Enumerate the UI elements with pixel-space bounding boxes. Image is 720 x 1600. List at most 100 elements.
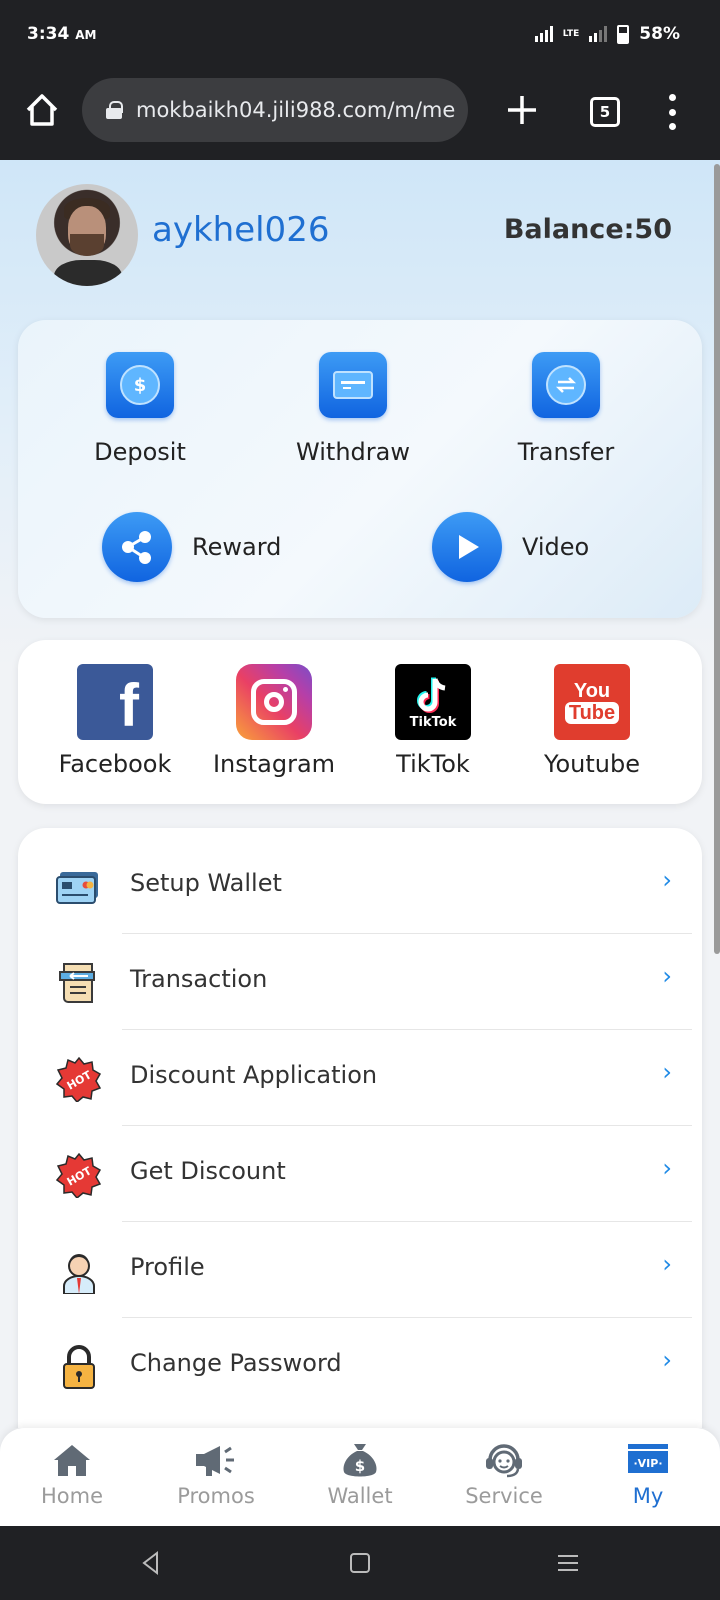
vip-icon: ·VIP· [626,1440,670,1480]
account-menu: Setup Wallet › Transaction › HOT Discoun… [18,828,702,1428]
transfer-button[interactable]: Transfer [491,352,641,466]
instagram-icon [236,664,312,740]
reward-label: Reward [192,533,282,561]
chevron-right-icon: › [662,962,672,990]
video-label: Video [522,533,590,561]
chevron-right-icon: › [662,1154,672,1182]
url-bar[interactable]: mokbaikh04.jili988.com/m/me [82,78,468,142]
facebook-label: Facebook [58,750,172,778]
menu-item-setup-wallet[interactable]: Setup Wallet › [18,838,702,934]
system-nav-bar [0,1526,720,1600]
lines-icon [558,1555,578,1571]
deposit-button[interactable]: $ Deposit [65,352,215,466]
withdraw-label: Withdraw [296,438,410,466]
square-icon [350,1553,370,1573]
menu-label: Transaction [130,965,268,993]
exchange-icon [532,352,600,418]
social-links-card: f Facebook Instagram TikTok TikTok You T… [18,640,702,804]
tab-label: Wallet [327,1484,393,1508]
hot-badge-icon: HOT [55,1152,102,1200]
home-outline-icon [26,94,58,126]
youtube-icon: You Tube [554,664,630,740]
person-icon [56,1248,102,1295]
megaphone-icon [194,1440,238,1480]
wallet-card-icon [56,864,102,910]
receipt-icon [56,960,102,1006]
back-button[interactable] [136,1548,166,1578]
youtube-icon-text-top: You [573,680,611,702]
instagram-label: Instagram [212,750,336,778]
youtube-link[interactable]: You Tube Youtube [517,664,667,778]
status-bar: 3:34 AM LTE 58% [0,0,720,70]
play-icon [432,512,502,582]
headset-icon [482,1440,526,1480]
chevron-right-icon: › [662,1058,672,1086]
video-button[interactable]: Video [432,512,589,582]
avatar[interactable] [36,184,138,286]
menu-label: Profile [130,1253,205,1281]
browser-home-button[interactable] [22,90,62,130]
padlock-icon [56,1344,102,1390]
lock-icon [106,101,123,119]
reward-button[interactable]: Reward [102,512,281,582]
home-icon [50,1440,94,1480]
tiktok-icon-text: TikTok [409,714,457,730]
tiktok-link[interactable]: TikTok TikTok [358,664,508,778]
menu-label: Get Discount [130,1157,286,1185]
youtube-label: Youtube [544,750,640,778]
share-icon [102,512,172,582]
account-page: aykhel026 Balance:50 $ Deposit Withdraw … [0,160,720,1428]
battery-icon [617,24,630,44]
tab-promos[interactable]: Promos [156,1440,276,1508]
browser-menu-button[interactable] [660,94,684,130]
status-time-ampm: AM [75,28,97,42]
tiktok-label: TikTok [396,750,470,778]
money-bag-icon: $ [338,1440,382,1480]
status-indicators: LTE 58% [534,24,680,44]
withdraw-button[interactable]: Withdraw [278,352,428,466]
chevron-right-icon: › [662,1250,672,1278]
quick-actions-card: $ Deposit Withdraw Transfer Reward Video [18,320,702,618]
tab-wallet[interactable]: $ Wallet [300,1440,420,1508]
tab-home[interactable]: Home [12,1440,132,1508]
username: aykhel026 [152,210,330,250]
signal-icon [534,26,553,42]
tab-label: Promos [177,1484,255,1508]
recents-button[interactable] [553,1548,583,1578]
menu-item-get-discount[interactable]: HOT Get Discount › [18,1126,702,1222]
menu-label: Discount Application [130,1061,378,1089]
home-nav-button[interactable] [345,1548,375,1578]
network-type: LTE [562,28,580,39]
vip-icon-text: ·VIP· [633,1457,662,1470]
instagram-link[interactable]: Instagram [199,664,349,778]
balance: Balance:50 [503,214,672,245]
signal-2-icon [589,26,608,42]
menu-label: Change Password [130,1349,342,1377]
menu-item-profile[interactable]: Profile › [18,1222,702,1318]
transfer-label: Transfer [517,438,615,466]
status-time-value: 3:34 [27,24,70,44]
menu-item-discount-application[interactable]: HOT Discount Application › [18,1030,702,1126]
tab-label: Service [465,1484,543,1508]
youtube-icon-text-bottom: Tube [564,702,620,724]
tab-label: My [632,1484,664,1508]
tab-label: Home [40,1484,103,1508]
tiktok-icon: TikTok [395,664,471,740]
menu-item-transaction[interactable]: Transaction › [18,934,702,1030]
plus-icon [508,96,536,124]
chevron-right-icon: › [662,866,672,894]
browser-toolbar: mokbaikh04.jili988.com/m/me 5 [0,70,720,160]
tab-service[interactable]: Service [444,1440,564,1508]
svg-text:$: $ [355,1457,365,1475]
bottom-tab-bar: Home Promos $ Wallet Service ·VIP· My [0,1428,720,1526]
tab-switcher-button[interactable]: 5 [590,97,620,127]
page-scrollbar[interactable] [714,164,720,954]
new-tab-button[interactable] [502,90,542,130]
chevron-right-icon: › [662,1346,672,1374]
tab-my[interactable]: ·VIP· My [588,1440,708,1508]
battery-percent: 58% [639,24,680,44]
status-time: 3:34 AM [27,24,96,44]
facebook-icon: f [77,664,153,740]
menu-item-change-password[interactable]: Change Password › [18,1318,702,1414]
facebook-link[interactable]: f Facebook [40,664,190,778]
